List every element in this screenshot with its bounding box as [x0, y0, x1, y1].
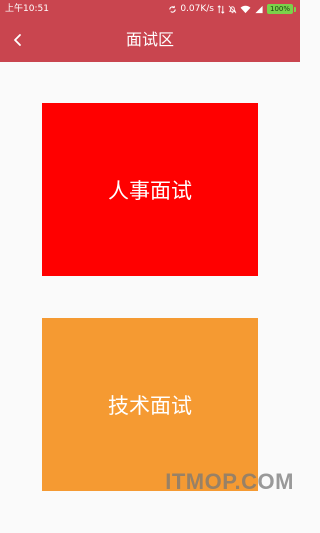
- hr-interview-label: 人事面试: [108, 178, 192, 203]
- battery-tip: [294, 6, 296, 12]
- battery-icon: 100%: [267, 4, 293, 14]
- speed-icon: [217, 4, 225, 14]
- tech-interview-label: 技术面试: [108, 393, 192, 418]
- battery-percent: 100%: [269, 5, 290, 13]
- page-title: 面试区: [125, 30, 174, 49]
- tech-interview-button[interactable]: 技术面试: [42, 318, 258, 491]
- sync-icon: [168, 5, 177, 14]
- status-icons: 0.07K/s 100%: [168, 0, 296, 18]
- alarm-icon: [228, 5, 237, 14]
- status-bar: 上午10:51 0.07K/s 100%: [0, 0, 300, 18]
- signal-icon: [254, 5, 264, 14]
- screen: 上午10:51 0.07K/s 100% 面试区 人事面试 技术面试 ITMOP…: [0, 0, 300, 533]
- status-time: 上午10:51: [5, 4, 49, 14]
- hr-interview-button[interactable]: 人事面试: [42, 103, 258, 276]
- wifi-icon: [240, 5, 251, 14]
- back-button[interactable]: [6, 28, 30, 52]
- watermark: ITMOP.COM: [165, 469, 294, 494]
- chevron-left-icon: [14, 34, 21, 46]
- network-speed: 0.07K/s: [180, 4, 214, 14]
- app-header: 面试区: [0, 18, 300, 62]
